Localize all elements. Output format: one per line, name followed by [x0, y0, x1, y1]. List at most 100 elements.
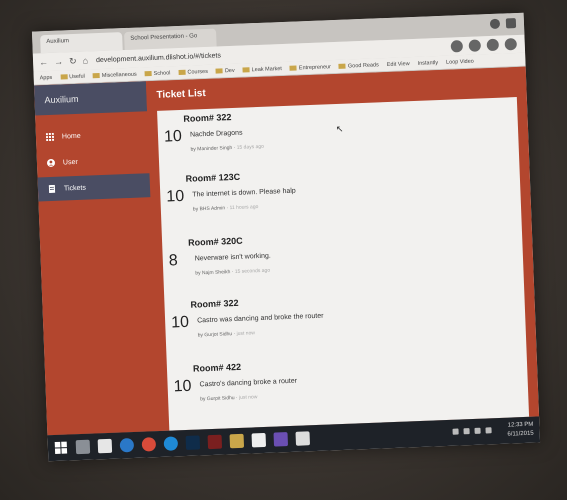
bookmark-dev[interactable]: Dev — [215, 67, 235, 74]
bookmark-good-reads[interactable]: Good Reads — [338, 62, 379, 70]
sidebar-item-user[interactable]: User — [37, 147, 150, 175]
sidebar-item-home[interactable]: Home — [36, 121, 149, 149]
window-switcher-icon[interactable] — [295, 431, 311, 446]
ticket-author: BHS Admin — [199, 205, 226, 213]
bookmark-leak-market[interactable]: Leak Market — [242, 66, 282, 74]
window-icon[interactable] — [505, 18, 517, 29]
folder-icon — [178, 69, 186, 75]
internet-explorer-icon[interactable] — [119, 437, 135, 453]
projected-screen: Auxilium School Presentation - Go ← → ↻ … — [31, 12, 541, 462]
ticket-author: Gurpit Sidhu — [206, 395, 235, 403]
app-icon[interactable] — [207, 434, 223, 450]
folder-icon — [92, 72, 100, 78]
sidebar-item-label: Tickets — [63, 184, 87, 192]
ticket-item[interactable]: Room# 422 10 Castro's dancing broke a ro… — [167, 347, 529, 421]
ticket-description: The internet is down. Please halp — [192, 187, 296, 199]
ticket-time: just now — [236, 330, 256, 337]
ticket-description: Castro's dancing broke a router — [199, 377, 298, 389]
user-icon — [46, 158, 55, 167]
bookmark-courses[interactable]: Courses — [178, 68, 208, 75]
ticket-item[interactable]: Room# 320C 8 Neverware isn't working. by… — [162, 221, 524, 295]
ticket-count: 10 — [163, 127, 183, 146]
folder-icon — [338, 63, 347, 69]
clock-date: 6/11/2015 — [507, 430, 534, 438]
ticket-time: just now — [238, 394, 258, 401]
extension-icon[interactable] — [450, 40, 464, 53]
ticket-count: 10 — [170, 313, 190, 332]
bookmark-edit-view[interactable]: Edit View — [387, 61, 410, 68]
system-tray — [452, 427, 492, 435]
home-icon[interactable]: ⌂ — [82, 55, 88, 66]
sidebar-item-label: User — [62, 158, 78, 167]
ticket-item[interactable]: Room# 123C 10 The internet is down. Plea… — [159, 157, 521, 231]
chrome-right-icons — [489, 18, 517, 30]
forward-icon[interactable]: → — [54, 56, 63, 67]
ticket-meta: by Gurjot Sidhu · just now — [197, 330, 256, 339]
nav-buttons: ← → ↻ ⌂ — [39, 55, 88, 68]
ticket-room: Room# 422 — [192, 361, 242, 374]
profile-icon[interactable] — [489, 18, 501, 30]
ticket-meta: by Maninder Singh · 15 days ago — [190, 143, 265, 153]
skype-icon[interactable] — [163, 436, 179, 451]
ticket-icon — [48, 184, 56, 194]
ticket-description: Castro was dancing and broke the router — [197, 312, 324, 325]
folder-icon — [60, 73, 68, 80]
bookmark-instantly[interactable]: Instantly — [418, 60, 439, 67]
photoshop-icon[interactable] — [185, 435, 201, 450]
ticket-meta: by Najm Sheikh · 15 seconds ago — [195, 267, 271, 277]
calculator-icon[interactable] — [251, 432, 267, 448]
extension-icon[interactable] — [486, 38, 500, 52]
ticket-author: Maninder Singh — [197, 145, 233, 153]
auxilium-app: Auxilium Home User Tickets Ticket List R… — [34, 66, 540, 436]
grid-icon — [45, 132, 55, 142]
bookmark-misc[interactable]: Miscellaneous — [92, 71, 137, 79]
sidebar-item-label: Home — [61, 132, 81, 141]
address-bar[interactable]: development.auxilium.dlishot.io/#/ticket… — [96, 52, 221, 64]
folder-icon — [144, 70, 152, 76]
brand-title[interactable]: Auxilium — [34, 81, 148, 116]
bookmark-useful[interactable]: Useful — [60, 73, 85, 80]
network-icon[interactable] — [463, 428, 470, 435]
extension-icons — [450, 38, 517, 53]
ticket-count: 8 — [168, 252, 179, 270]
volume-icon[interactable] — [474, 427, 481, 434]
flag-icon[interactable] — [485, 427, 492, 434]
reload-icon[interactable]: ↻ — [69, 55, 77, 66]
bookmark-school[interactable]: School — [144, 70, 171, 77]
ticket-meta: by Gurpit Sidhu · just now — [200, 394, 258, 403]
bookmark-loop-video[interactable]: Loop Video — [446, 58, 474, 65]
ticket-author: Gurjot Sidhu — [204, 331, 233, 339]
ticket-count: 10 — [173, 377, 192, 396]
ticket-description: Neverware isn't working. — [194, 252, 271, 263]
ticket-item[interactable]: Room# 322 10 Castro was dancing and brok… — [164, 283, 526, 357]
keyboard-icon[interactable] — [452, 428, 459, 435]
taskbar-clock[interactable]: 12:33 PM 6/11/2015 — [507, 421, 534, 440]
chrome-icon[interactable] — [141, 437, 157, 452]
ticket-room: Room# 123C — [185, 171, 241, 184]
sidebar-item-tickets[interactable]: Tickets — [37, 173, 151, 202]
bookmark-apps[interactable]: Apps — [40, 74, 53, 80]
folder-icon — [289, 65, 297, 71]
ticket-meta: by BHS Admin · 11 hours ago — [192, 204, 259, 213]
ticket-author: Najm Sheikh — [201, 269, 231, 277]
back-icon[interactable]: ← — [39, 57, 48, 68]
bookmark-entrepreneur[interactable]: Entrepreneur — [289, 64, 331, 72]
ticket-room: Room# 322 — [183, 112, 232, 124]
windows-start-icon[interactable] — [54, 441, 69, 456]
file-explorer-icon[interactable] — [75, 439, 91, 455]
lambda-icon[interactable] — [229, 433, 245, 449]
sidebar: Auxilium Home User Tickets — [34, 81, 160, 436]
ticket-room: Room# 322 — [190, 297, 239, 310]
ticket-description: Nachde Dragons — [189, 129, 243, 139]
ticket-room: Room# 320C — [187, 235, 243, 248]
ticket-time: 11 hours ago — [229, 204, 259, 212]
ticket-time: 15 seconds ago — [234, 267, 271, 275]
visual-studio-icon[interactable] — [273, 432, 289, 447]
folder-icon — [215, 67, 223, 74]
extension-icon[interactable] — [468, 39, 482, 52]
ticket-count: 10 — [166, 187, 185, 206]
store-icon[interactable] — [97, 438, 113, 454]
ticket-time: 15 days ago — [236, 143, 265, 151]
extension-icon[interactable] — [504, 38, 517, 51]
folder-icon — [242, 66, 250, 73]
